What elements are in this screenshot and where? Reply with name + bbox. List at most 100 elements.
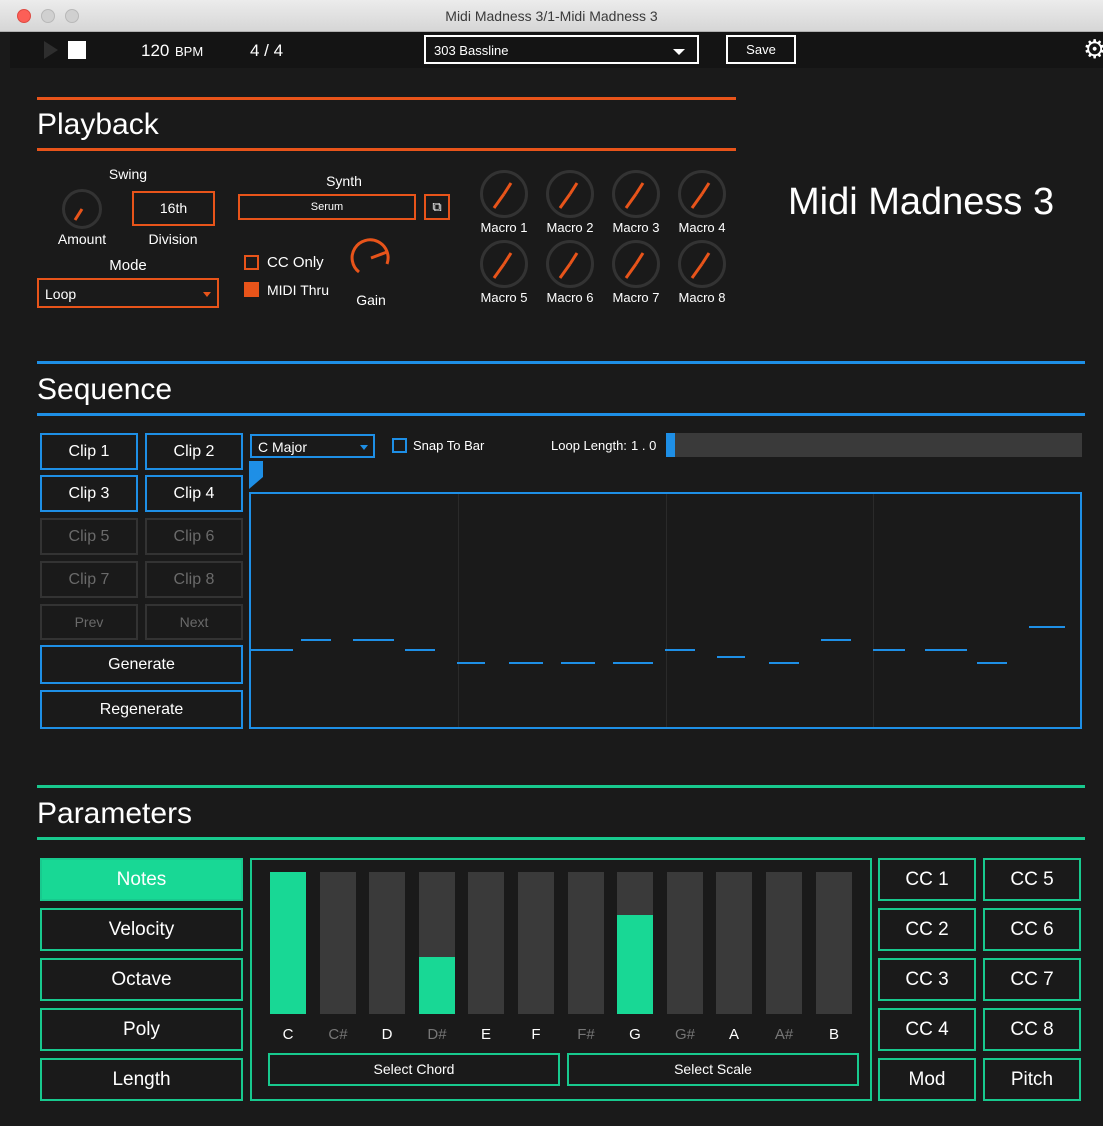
division-selector[interactable]: 16th (132, 191, 215, 226)
time-signature[interactable]: 4 / 4 (250, 41, 283, 61)
gain-knob[interactable] (349, 236, 393, 280)
amount-knob[interactable] (62, 189, 102, 229)
clip-8-button[interactable]: Clip 8 (145, 561, 243, 598)
synth-selector[interactable]: Serum (238, 194, 416, 220)
clip-5-button[interactable]: Clip 5 (40, 518, 138, 555)
open-synth-icon[interactable]: ⧉ (424, 194, 450, 220)
sequence-note[interactable] (1029, 626, 1065, 628)
cc-6-button[interactable]: CC 6 (983, 908, 1081, 951)
tab-poly[interactable]: Poly (40, 1008, 243, 1051)
sequence-note[interactable] (251, 649, 293, 651)
clip-2-button[interactable]: Clip 2 (145, 433, 243, 470)
cc-1-button[interactable]: CC 1 (878, 858, 976, 901)
loop-length-handle[interactable] (666, 433, 675, 457)
mode-value: Loop (45, 286, 77, 302)
note-slider-a-sharp[interactable] (766, 872, 802, 1014)
cc-4-button[interactable]: CC 4 (878, 1008, 976, 1051)
sequence-note[interactable] (353, 639, 394, 641)
macro-2-knob[interactable] (546, 170, 594, 218)
gear-icon[interactable]: ⚙ (1083, 35, 1103, 63)
cc-only-checkbox[interactable] (244, 255, 259, 270)
regenerate-button[interactable]: Regenerate (40, 690, 243, 729)
note-slider-g-sharp[interactable] (667, 872, 703, 1014)
macro-7-knob[interactable] (612, 240, 660, 288)
note-slider-g[interactable] (617, 872, 653, 1014)
sequence-note[interactable] (405, 649, 435, 651)
sequence-note[interactable] (665, 649, 695, 651)
note-slider-d[interactable] (369, 872, 405, 1014)
note-label: E (480, 1026, 491, 1043)
stop-icon[interactable] (68, 41, 86, 59)
note-label: G (629, 1026, 641, 1043)
sequence-note[interactable] (925, 649, 967, 651)
cc-only-label: CC Only (267, 254, 324, 271)
playhead-marker-icon[interactable] (249, 461, 265, 489)
sequence-grid[interactable] (249, 492, 1082, 729)
note-slider-a[interactable] (716, 872, 752, 1014)
clip-3-button[interactable]: Clip 3 (40, 475, 138, 512)
macro-3-knob[interactable] (612, 170, 660, 218)
play-icon[interactable] (44, 41, 58, 59)
sequence-note[interactable] (613, 662, 653, 664)
tempo-value[interactable]: 120 (141, 41, 169, 61)
tab-notes[interactable]: Notes (40, 858, 243, 901)
save-button[interactable]: Save (726, 35, 796, 64)
sequence-note[interactable] (561, 662, 595, 664)
tab-velocity[interactable]: Velocity (40, 908, 243, 951)
prev-button[interactable]: Prev (40, 604, 138, 640)
sequence-note[interactable] (821, 639, 851, 641)
pitch-button[interactable]: Pitch (983, 1058, 1081, 1101)
sequence-note[interactable] (509, 662, 543, 664)
scale-dropdown[interactable]: C Major (250, 434, 375, 458)
swing-label: Swing (108, 166, 148, 182)
sequence-note[interactable] (769, 662, 799, 664)
synth-label: Synth (326, 173, 362, 189)
macro-5-knob[interactable] (480, 240, 528, 288)
playback-bottom-rule (37, 148, 736, 151)
note-slider-c[interactable] (270, 872, 306, 1014)
note-slider-c-sharp[interactable] (320, 872, 356, 1014)
mod-button[interactable]: Mod (878, 1058, 976, 1101)
sequence-title: Sequence (37, 373, 173, 406)
snap-to-bar-label: Snap To Bar (413, 438, 485, 453)
clip-4-button[interactable]: Clip 4 (145, 475, 243, 512)
cc-2-button[interactable]: CC 2 (878, 908, 976, 951)
sequence-note[interactable] (457, 662, 485, 664)
mode-dropdown[interactable]: Loop (37, 278, 219, 308)
clip-7-button[interactable]: Clip 7 (40, 561, 138, 598)
macro-6-knob[interactable] (546, 240, 594, 288)
sequence-note[interactable] (717, 656, 745, 658)
select-chord-button[interactable]: Select Chord (268, 1053, 560, 1086)
clip-1-button[interactable]: Clip 1 (40, 433, 138, 470)
note-slider-d-sharp[interactable] (419, 872, 455, 1014)
note-label: A# (774, 1026, 794, 1043)
cc-8-button[interactable]: CC 8 (983, 1008, 1081, 1051)
select-scale-button[interactable]: Select Scale (567, 1053, 859, 1086)
cc-5-button[interactable]: CC 5 (983, 858, 1081, 901)
tab-octave[interactable]: Octave (40, 958, 243, 1001)
midi-thru-checkbox[interactable] (244, 282, 259, 297)
window-title: Midi Madness 3/1-Midi Madness 3 (445, 8, 658, 24)
clip-6-button[interactable]: Clip 6 (145, 518, 243, 555)
next-button[interactable]: Next (145, 604, 243, 640)
note-slider-f[interactable] (518, 872, 554, 1014)
parameters-top-rule (37, 785, 1085, 788)
sequence-note[interactable] (301, 639, 331, 641)
preset-dropdown[interactable]: 303 Bassline (424, 35, 699, 64)
note-slider-e[interactable] (468, 872, 504, 1014)
macro-1-knob[interactable] (480, 170, 528, 218)
macro-8-knob[interactable] (678, 240, 726, 288)
macro-4-knob[interactable] (678, 170, 726, 218)
sequence-bottom-rule (37, 413, 1085, 416)
snap-to-bar-checkbox[interactable] (392, 438, 407, 453)
generate-button[interactable]: Generate (40, 645, 243, 684)
tab-length[interactable]: Length (40, 1058, 243, 1101)
sequence-note[interactable] (977, 662, 1007, 664)
loop-length-slider[interactable] (666, 433, 1082, 457)
cc-7-button[interactable]: CC 7 (983, 958, 1081, 1001)
note-slider-fill (270, 872, 306, 1014)
cc-3-button[interactable]: CC 3 (878, 958, 976, 1001)
note-slider-b[interactable] (816, 872, 852, 1014)
sequence-note[interactable] (873, 649, 905, 651)
note-slider-f-sharp[interactable] (568, 872, 604, 1014)
